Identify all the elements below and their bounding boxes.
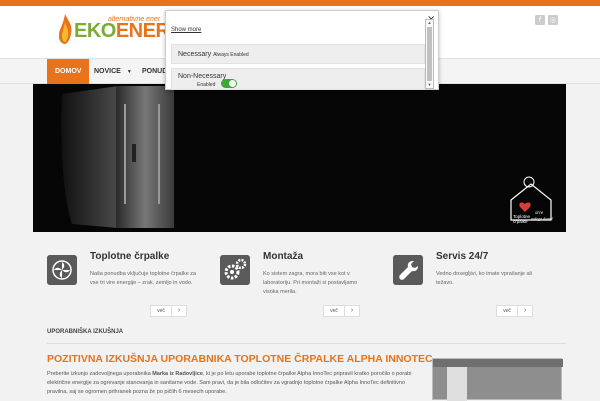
flame-logo-icon[interactable]	[57, 14, 73, 44]
logo-text-eko: EKO	[74, 20, 116, 42]
house-caption: črpalke	[513, 219, 528, 224]
feature-text: Vedno dosegljivi, ko imate vprašanje ali…	[436, 271, 533, 286]
always-enabled-label: Always Enabled	[213, 52, 249, 58]
chevron-right-icon[interactable]: ›	[517, 305, 533, 317]
chevron-down-icon: ▼	[126, 69, 132, 75]
hero-banner[interactable]: Toplotne črpalke srce vašega doma!	[33, 84, 566, 232]
enabled-label: Enabled	[197, 82, 216, 88]
article-text-bold: Marka iz Radovljice	[152, 371, 203, 377]
house-sun-logo-icon: Toplotne črpalke srce vašega doma!	[510, 176, 554, 224]
cookie-consent-panel: × Show more NecessaryAlways Enabled Non-…	[165, 10, 439, 90]
features-row: Toplotne črpalke Naša ponudba vključuje …	[33, 243, 566, 323]
scrollbar-thumb[interactable]	[427, 27, 432, 81]
feature-text: Ko sistem zagra, mora biti vse kot v lab…	[263, 271, 358, 295]
article-text: Preberite izkunjo zadovoljnega uporabnik…	[47, 371, 153, 377]
nav-item-novice[interactable]: NOVICE ▼	[86, 59, 140, 84]
divider	[47, 343, 566, 344]
show-more-link[interactable]: Show more	[171, 27, 201, 33]
nav-label: NOVICE	[94, 68, 121, 75]
thumbnail-window	[447, 367, 467, 401]
wrench-icon	[393, 255, 423, 285]
article-excerpt: Preberite izkunjo zadovoljnega uporabnik…	[47, 370, 417, 397]
feature-text: Naša ponudba vključuje toplotne črpalke …	[90, 271, 197, 286]
necessary-label: Necessary	[178, 51, 212, 58]
consent-row-necessary[interactable]: Necessary Always Enabled	[171, 44, 425, 64]
article-thumbnail[interactable]	[432, 358, 563, 401]
nav-label: DOMOV	[55, 68, 82, 75]
fan-icon	[47, 255, 77, 285]
nav-item-domov[interactable]: DOMOV	[47, 59, 90, 84]
feature-title: Toplotne črpalke	[90, 251, 170, 262]
chevron-right-icon[interactable]: ›	[171, 305, 187, 317]
facebook-icon[interactable]: f	[535, 15, 545, 25]
section-heading: UPORABNIŠKA IZKUŠNJA	[47, 329, 124, 335]
feature-installation: Montaža Ko sistem zagra, mora biti vse k…	[206, 243, 381, 323]
nav-label: PONUD	[142, 68, 168, 75]
feature-heat-pumps: Toplotne črpalke Naša ponudba vključuje …	[33, 243, 208, 323]
non-necessary-label: Non-Necessary	[178, 73, 227, 80]
house-caption: vašega doma!	[531, 216, 554, 221]
scrollbar[interactable]: ▲ ▼	[425, 19, 434, 89]
more-button[interactable]: več	[150, 305, 172, 317]
more-button[interactable]: več	[323, 305, 345, 317]
thumbnail-roof	[433, 359, 563, 367]
gears-icon	[220, 255, 250, 285]
scroll-up-arrow-icon[interactable]: ▲	[426, 20, 433, 26]
rss-icon[interactable]: ◎	[548, 15, 558, 25]
more-button[interactable]: več	[496, 305, 518, 317]
chevron-right-icon[interactable]: ›	[344, 305, 360, 317]
consent-row-non-necessary[interactable]: Non-Necessary Enabled	[171, 68, 425, 90]
feature-title: Montaža	[263, 251, 303, 262]
consent-label: Necessary Always Enabled	[178, 51, 249, 58]
feature-title: Servis 24/7	[436, 251, 489, 262]
toggle-knob	[229, 80, 236, 87]
scroll-down-arrow-icon[interactable]: ▼	[426, 82, 433, 88]
article-title[interactable]: POZITIVNA IZKUŠNJA UPORABNIKA TOPLOTNE Č…	[47, 353, 433, 365]
non-necessary-toggle[interactable]	[221, 79, 237, 88]
heat-pump-unit-image	[61, 86, 174, 228]
feature-service: Servis 24/7 Vedno dosegljivi, ko imate v…	[379, 243, 554, 323]
